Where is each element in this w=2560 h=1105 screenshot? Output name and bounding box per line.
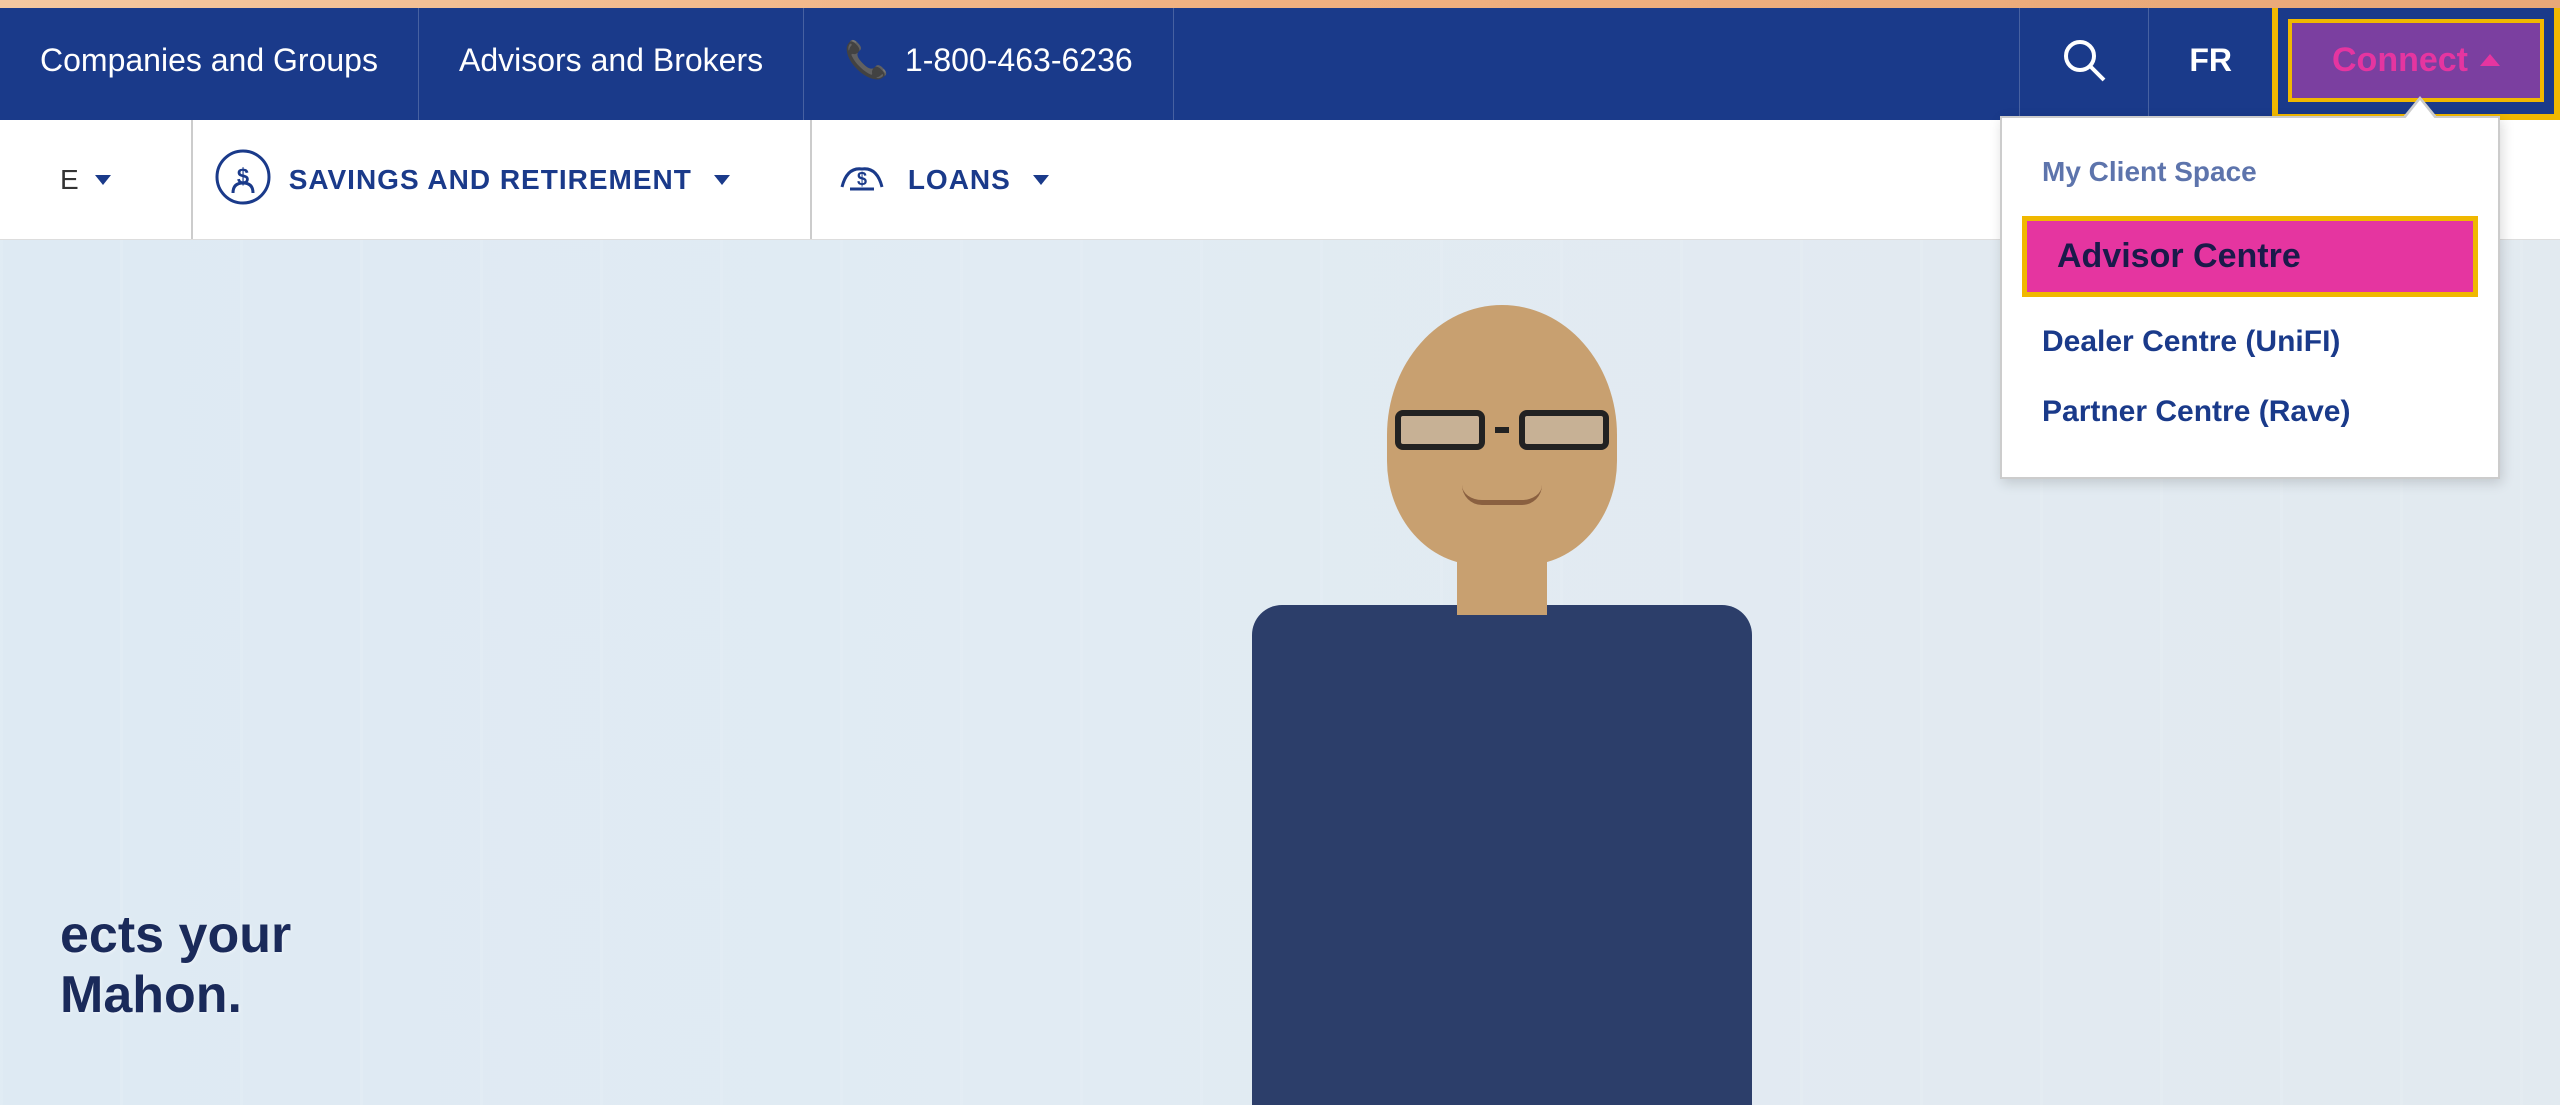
- connect-dropdown-menu: My Client Space Advisor Centre Dealer Ce…: [2000, 116, 2500, 479]
- svg-text:$: $: [237, 164, 249, 189]
- savings-retirement-nav[interactable]: $ SAVINGS AND RETIREMENT: [191, 120, 750, 239]
- savings-chevron-icon: [714, 175, 730, 185]
- hero-text: ects your Mahon.: [60, 905, 291, 1025]
- nav-first-label: E: [60, 164, 79, 196]
- loans-icon: $: [832, 147, 892, 212]
- hero-text-line2: Mahon.: [60, 965, 291, 1025]
- loans-chevron-icon: [1033, 175, 1049, 185]
- nav-first-chevron-icon: [95, 175, 111, 185]
- nav-first-item[interactable]: E: [40, 120, 131, 239]
- search-icon: [2060, 36, 2108, 84]
- savings-icon: $: [213, 147, 273, 212]
- fr-language-toggle[interactable]: FR: [2148, 0, 2272, 120]
- peach-accent-bar: [0, 0, 2560, 8]
- connect-button[interactable]: Connect: [2288, 19, 2544, 102]
- hero-text-line1: ects your: [60, 905, 291, 965]
- advisors-brokers-label: Advisors and Brokers: [459, 42, 763, 79]
- svg-text:$: $: [857, 169, 867, 189]
- loans-nav[interactable]: $ LOANS: [810, 120, 1069, 239]
- hero-person-image: [1152, 245, 1852, 1105]
- phone-number: 1-800-463-6236: [905, 42, 1133, 79]
- partner-centre-link[interactable]: Partner Centre (Rave): [2002, 377, 2498, 447]
- companies-groups-label: Companies and Groups: [40, 42, 378, 79]
- connect-chevron-up-icon: [2480, 54, 2500, 66]
- top-utility-bar: Companies and Groups Advisors and Broker…: [0, 0, 2560, 120]
- companies-groups-link[interactable]: Companies and Groups: [0, 0, 419, 120]
- dropdown-arrow-up-fill: [2404, 100, 2436, 120]
- phone-link[interactable]: 📞 1-800-463-6236: [804, 0, 1174, 120]
- dealer-centre-link[interactable]: Dealer Centre (UniFI): [2002, 307, 2498, 377]
- loans-label: LOANS: [908, 164, 1011, 196]
- savings-label: SAVINGS AND RETIREMENT: [289, 164, 692, 196]
- phone-icon: 📞: [844, 39, 889, 81]
- advisors-brokers-link[interactable]: Advisors and Brokers: [419, 0, 804, 120]
- advisor-centre-link[interactable]: Advisor Centre: [2027, 221, 2473, 292]
- my-client-space-link[interactable]: My Client Space: [2002, 138, 2498, 206]
- connect-label: Connect: [2332, 41, 2468, 80]
- advisor-centre-wrapper: Advisor Centre: [2022, 216, 2478, 297]
- search-button[interactable]: [2019, 0, 2148, 120]
